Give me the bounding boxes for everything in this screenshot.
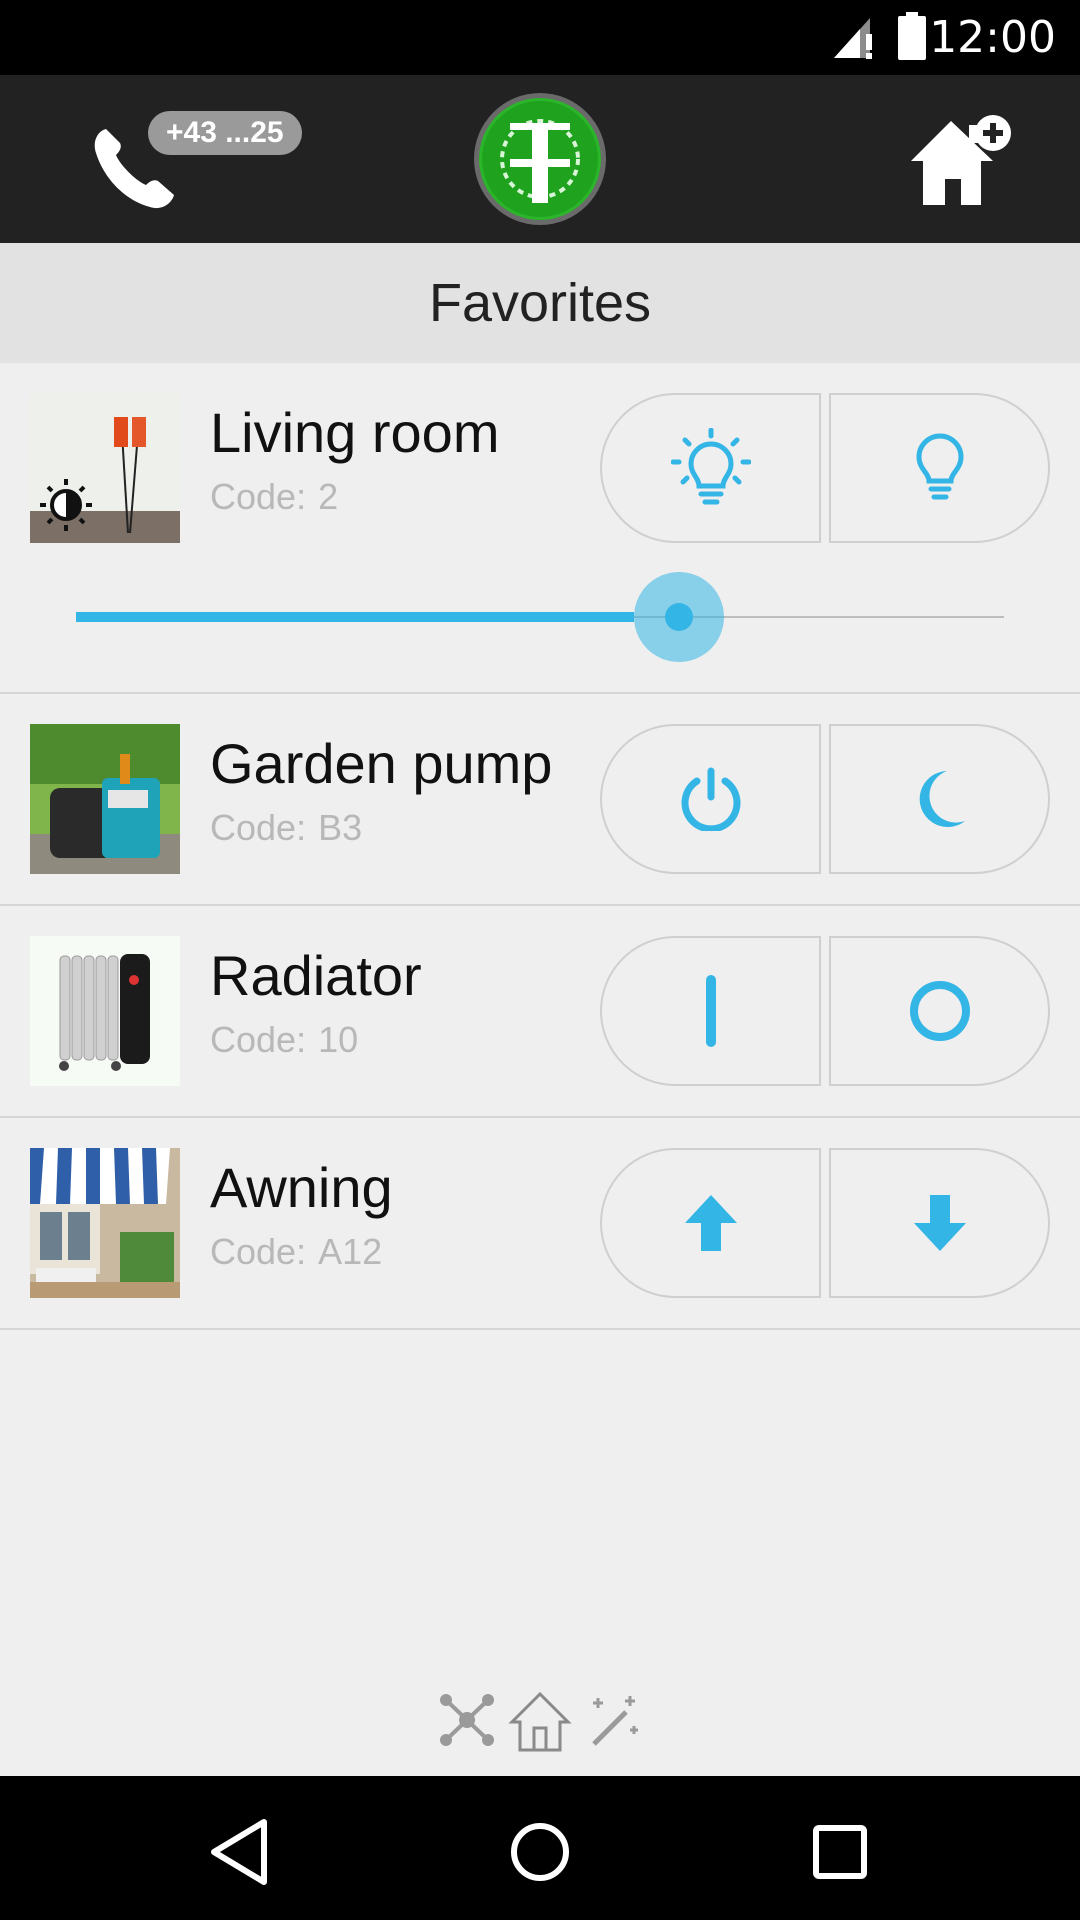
signal-alert-icon [834, 18, 872, 59]
living-room-image [30, 393, 180, 543]
device-code: Code: A12 [210, 1230, 394, 1274]
on-button[interactable] [600, 936, 821, 1086]
radiator-image [30, 936, 180, 1086]
code-value: 10 [318, 1019, 359, 1060]
arrow-up-icon [684, 1195, 737, 1251]
code-label: Code: [210, 476, 307, 517]
garden-pump-image [30, 724, 180, 874]
device-name: Living room [210, 401, 500, 464]
code-value: B3 [318, 807, 363, 848]
moon-icon [919, 771, 965, 827]
mode-switcher [440, 1690, 640, 1760]
light-on-button[interactable] [600, 393, 821, 543]
device-code: Code: 10 [210, 1018, 370, 1062]
magic-wand-icon[interactable] [586, 1690, 640, 1750]
device-name: Garden pump [210, 732, 553, 795]
code-label: Code: [210, 807, 307, 848]
off-button[interactable] [829, 936, 1050, 1086]
status-time: 12:00 [929, 12, 1056, 63]
bulb-off-icon [915, 433, 964, 500]
power-icon [681, 767, 740, 831]
standby-button[interactable] [829, 724, 1050, 874]
navigation-bar [0, 1776, 1080, 1920]
device-code: Code: 2 [210, 475, 350, 519]
bulb-on-icon [670, 428, 751, 505]
device-row-living-room: Living room Code: 2 [0, 363, 1080, 694]
home-add-icon[interactable] [905, 113, 1015, 213]
device-code: Code: B3 [210, 806, 374, 850]
device-name: Awning [210, 1156, 393, 1219]
code-value: 2 [318, 476, 339, 517]
network-icon[interactable] [440, 1690, 494, 1750]
up-button[interactable] [600, 1148, 821, 1298]
awning-image [30, 1148, 180, 1298]
app-bar: +43 ...25 [0, 75, 1080, 243]
brightness-slider[interactable] [76, 572, 1004, 662]
phone-number-badge[interactable]: +43 ...25 [148, 111, 302, 155]
on-bar-icon [705, 975, 716, 1047]
battery-icon [898, 12, 926, 60]
garden-pump-controls [600, 724, 1050, 874]
section-header: Favorites [0, 243, 1080, 363]
slider-thumb[interactable] [634, 572, 725, 662]
device-row-garden-pump: Garden pump Code: B3 [0, 694, 1080, 906]
it-gear-logo[interactable] [472, 91, 608, 227]
recents-icon[interactable] [800, 1812, 880, 1892]
awning-controls [600, 1148, 1050, 1298]
back-icon[interactable] [200, 1812, 280, 1892]
code-label: Code: [210, 1019, 307, 1060]
power-button[interactable] [600, 724, 821, 874]
section-title: Favorites [428, 273, 652, 333]
slider-fill [76, 612, 635, 622]
home-circle-icon[interactable] [500, 1812, 580, 1892]
code-value: A12 [318, 1231, 383, 1272]
home-icon[interactable] [508, 1690, 572, 1754]
device-row-radiator: Radiator Code: 10 [0, 906, 1080, 1118]
off-circle-icon [909, 981, 970, 1041]
radiator-controls [600, 936, 1050, 1086]
device-name: Radiator [210, 944, 422, 1007]
down-button[interactable] [829, 1148, 1050, 1298]
device-row-awning: Awning Code: A12 [0, 1118, 1080, 1330]
code-label: Code: [210, 1231, 307, 1272]
light-off-button[interactable] [829, 393, 1050, 543]
status-bar: 12:00 [0, 0, 1080, 75]
living-room-controls [600, 393, 1050, 543]
arrow-down-icon [913, 1195, 966, 1251]
